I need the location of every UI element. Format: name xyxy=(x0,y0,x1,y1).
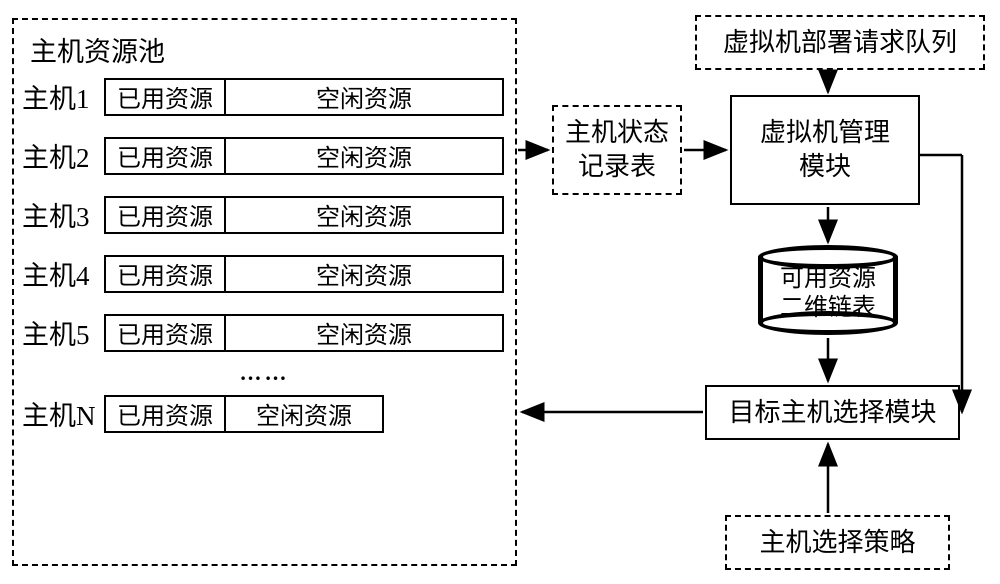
host-used-segment: 已用资源 xyxy=(106,80,226,114)
host-label: 主机3 xyxy=(22,195,104,234)
host-select-policy: 主机选择策略 xyxy=(725,515,950,570)
resource-list-label: 可用资源二维链表 xyxy=(758,265,898,323)
vm-management-module: 虚拟机管理模块 xyxy=(730,95,920,205)
pool-title: 主机资源池 xyxy=(22,30,507,69)
host-idle-segment: 空闲资源 xyxy=(226,198,502,232)
host-idle-segment: 空闲资源 xyxy=(226,80,502,114)
host-used-segment: 已用资源 xyxy=(106,316,226,350)
host-resource-pool: 主机资源池 主机1已用资源空闲资源主机2已用资源空闲资源主机3已用资源空闲资源主… xyxy=(12,18,517,566)
vm-request-queue-label: 虚拟机部署请求队列 xyxy=(723,26,957,60)
host-status-table-label: 主机状态记录表 xyxy=(565,116,669,184)
host-used-segment: 已用资源 xyxy=(106,139,226,173)
vm-request-queue: 虚拟机部署请求队列 xyxy=(695,15,985,70)
host-row: 主机1已用资源空闲资源 xyxy=(22,77,507,116)
target-host-select-module: 目标主机选择模块 xyxy=(705,385,960,440)
target-host-label: 目标主机选择模块 xyxy=(728,396,936,430)
host-idle-segment: 空闲资源 xyxy=(226,139,502,173)
host-label: 主机4 xyxy=(22,254,104,293)
host-label: 主机1 xyxy=(22,77,104,116)
available-resource-2d-list: 可用资源二维链表 xyxy=(758,245,898,335)
host-label: 主机5 xyxy=(22,313,104,352)
host-label: 主机2 xyxy=(22,136,104,175)
host-row: 主机N已用资源空闲资源 xyxy=(22,394,507,433)
host-used-segment: 已用资源 xyxy=(106,397,226,431)
host-status-record-table: 主机状态记录表 xyxy=(552,105,682,195)
host-resource-bar: 已用资源空闲资源 xyxy=(104,314,504,352)
host-label: 主机N xyxy=(22,394,104,433)
host-row: 主机2已用资源空闲资源 xyxy=(22,136,507,175)
host-row: 主机5已用资源空闲资源 xyxy=(22,313,507,352)
vm-mgmt-label: 虚拟机管理模块 xyxy=(760,116,890,184)
host-used-segment: 已用资源 xyxy=(106,198,226,232)
host-row: 主机3已用资源空闲资源 xyxy=(22,195,507,234)
host-resource-bar: 已用资源空闲资源 xyxy=(104,395,384,433)
host-resource-bar: 已用资源空闲资源 xyxy=(104,255,504,293)
host-policy-label: 主机选择策略 xyxy=(759,526,915,560)
host-resource-bar: 已用资源空闲资源 xyxy=(104,137,504,175)
host-idle-segment: 空闲资源 xyxy=(226,316,502,350)
host-used-segment: 已用资源 xyxy=(106,257,226,291)
host-idle-segment: 空闲资源 xyxy=(226,397,382,431)
host-idle-segment: 空闲资源 xyxy=(226,257,502,291)
host-resource-bar: 已用资源空闲资源 xyxy=(104,78,504,116)
ellipsis: …… xyxy=(22,360,507,386)
host-resource-bar: 已用资源空闲资源 xyxy=(104,196,504,234)
host-row: 主机4已用资源空闲资源 xyxy=(22,254,507,293)
